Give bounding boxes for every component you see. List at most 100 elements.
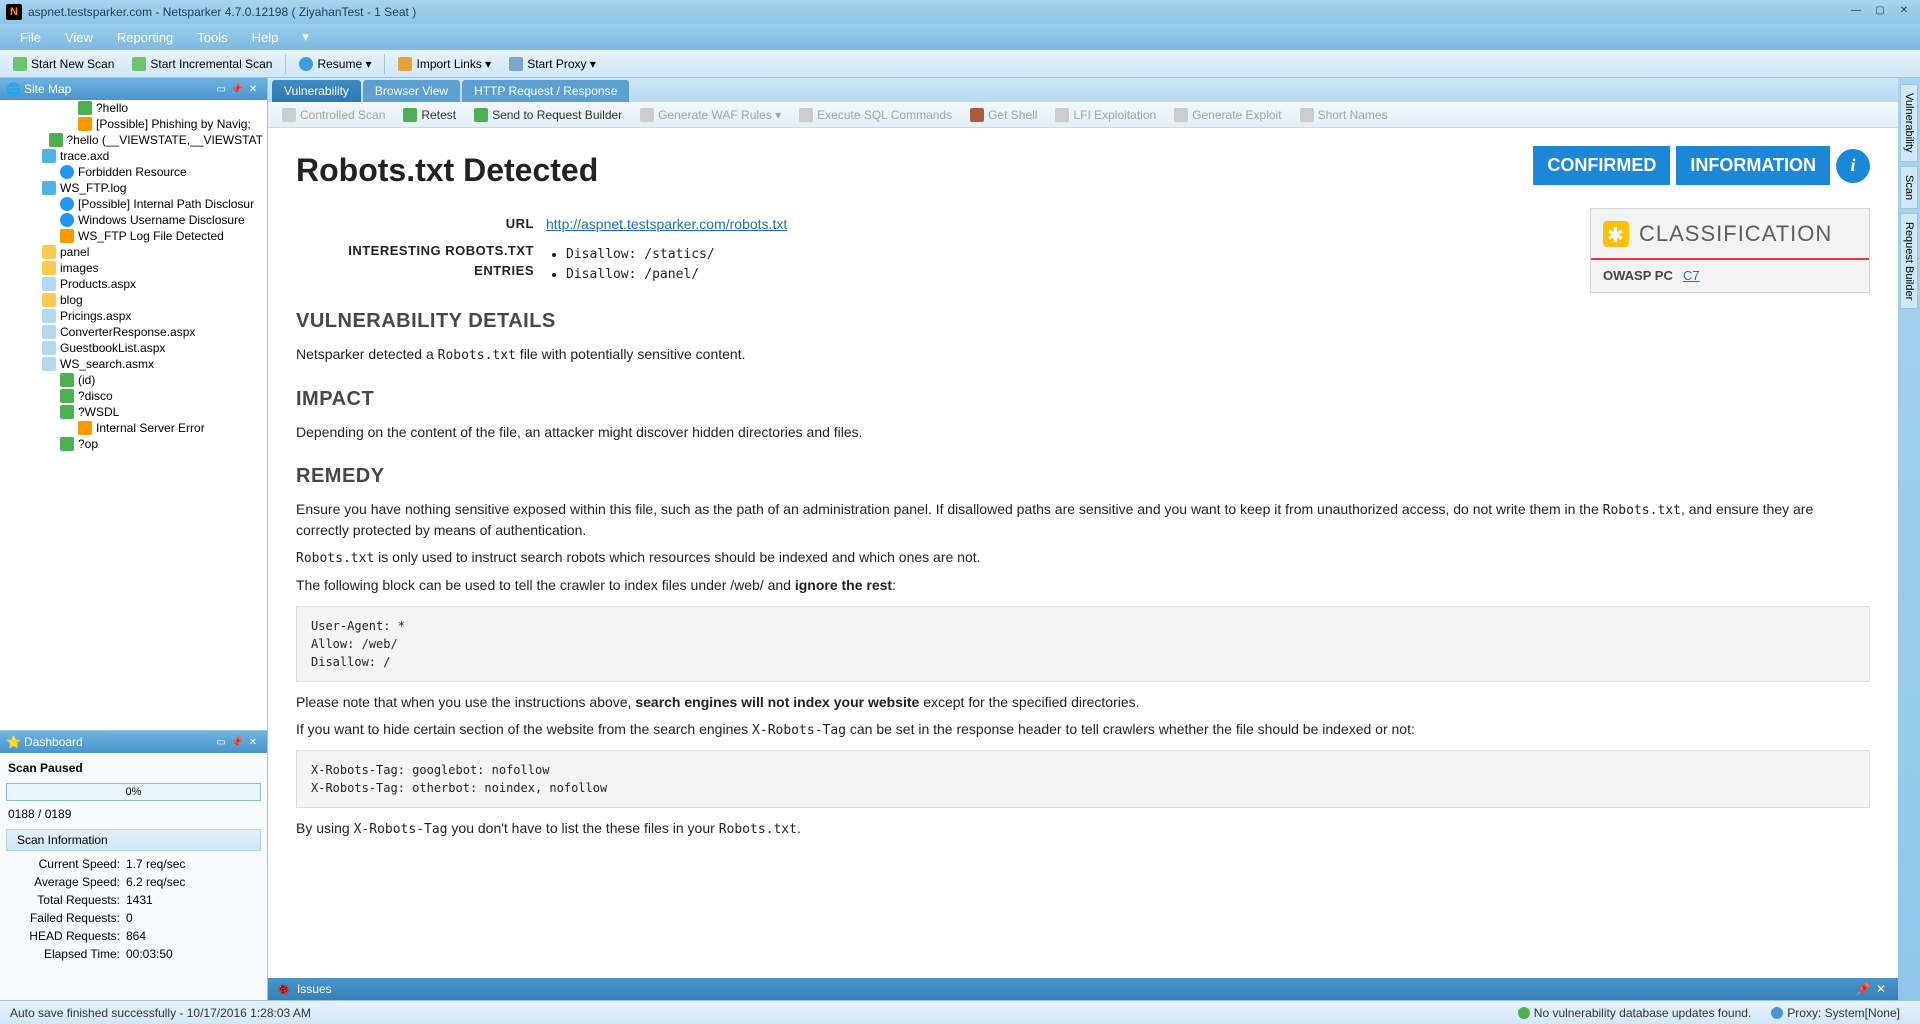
get-shell-button[interactable]: Get Shell [962, 106, 1045, 124]
tree-item[interactable]: ?hello (__VIEWSTATE,__VIEWSTAT [0, 132, 267, 148]
arrow-icon [60, 373, 74, 387]
tree-item[interactable]: ConverterResponse.aspx [0, 324, 267, 340]
tree-item-label: GuestbookList.aspx [60, 341, 165, 355]
stat-label: Failed Requests: [6, 911, 126, 925]
report-title: Robots.txt Detected [296, 146, 598, 194]
tree-item-label: [Possible] Internal Path Disclosur [78, 197, 254, 211]
stat-label: Elapsed Time: [6, 947, 126, 961]
start-new-scan-button[interactable]: Start New Scan [5, 55, 122, 73]
tree-item[interactable]: blog [0, 292, 267, 308]
issues-title: Issues [297, 982, 332, 996]
tree-item[interactable]: (id) [0, 372, 267, 388]
menu-file[interactable]: File [8, 27, 53, 48]
vulnerability-report[interactable]: Robots.txt Detected CONFIRMED INFORMATIO… [268, 128, 1898, 978]
classification-link[interactable]: C7 [1683, 268, 1700, 283]
stat-row: Failed Requests:0 [6, 909, 261, 927]
start-incremental-scan-button[interactable]: Start Incremental Scan [124, 55, 280, 73]
tree-item[interactable]: ?hello [0, 100, 267, 116]
execute-sql-button[interactable]: Execute SQL Commands [791, 106, 960, 124]
tree-item[interactable]: trace.axd [0, 148, 267, 164]
tree-item-label: Forbidden Resource [78, 165, 187, 179]
retest-button[interactable]: Retest [395, 106, 464, 124]
classification-box: CLASSIFICATION OWASP PC C7 [1590, 208, 1870, 293]
globe-icon: 🌐 [6, 82, 20, 96]
flag-icon [78, 117, 92, 131]
sitemap-tree[interactable]: ?hello[Possible] Phishing by Navig;?hell… [0, 100, 267, 730]
info-icon [60, 197, 74, 211]
panel-close-button[interactable]: ✕ [245, 84, 261, 95]
report-url-link[interactable]: http://aspnet.testsparker.com/robots.txt [546, 216, 787, 232]
right-dock: Vulnerability Scan Request Builder [1898, 78, 1920, 1000]
controlled-scan-button[interactable]: Controlled Scan [274, 106, 393, 124]
tree-item-label: panel [60, 245, 89, 259]
panel-close-button[interactable]: ✕ [245, 737, 261, 748]
tree-item-label: WS_FTP.log [60, 181, 126, 195]
tree-item-label: ?WSDL [78, 405, 119, 419]
lfi-button[interactable]: LFI Exploitation [1047, 106, 1164, 124]
start-proxy-button[interactable]: Start Proxy ▾ [501, 55, 604, 73]
tree-item[interactable]: Forbidden Resource [0, 164, 267, 180]
stat-row: Average Speed:6.2 req/sec [6, 873, 261, 891]
tree-item[interactable]: Products.aspx [0, 276, 267, 292]
panel-pin-button[interactable]: 📌 [229, 84, 245, 95]
menu-tools[interactable]: Tools [185, 27, 239, 48]
tree-item[interactable]: Pricings.aspx [0, 308, 267, 324]
minimize-button[interactable]: — [1846, 5, 1866, 19]
tree-item[interactable]: images [0, 260, 267, 276]
tree-item[interactable]: panel [0, 244, 267, 260]
tree-item[interactable]: WS_search.asmx [0, 356, 267, 372]
tree-item[interactable]: ?op [0, 436, 267, 452]
section-impact: IMPACT [296, 384, 1870, 414]
code-block-2: X-Robots-Tag: googlebot: nofollow X-Robo… [296, 750, 1870, 808]
tree-item[interactable]: WS_FTP Log File Detected [0, 228, 267, 244]
menu-overflow[interactable]: ▾ [290, 26, 321, 48]
import-icon [398, 57, 412, 71]
menu-view[interactable]: View [53, 27, 105, 48]
stat-value: 864 [126, 929, 146, 943]
robots-entry: Disallow: /panel/ [566, 265, 1570, 285]
tab-vulnerability[interactable]: Vulnerability [272, 80, 361, 102]
panel-close-button[interactable]: ✕ [1872, 982, 1890, 996]
tree-item[interactable]: GuestbookList.aspx [0, 340, 267, 356]
statusbar: Auto save finished successfully - 10/17/… [0, 1000, 1920, 1024]
issues-panel-header[interactable]: 🐞 Issues 📌 ✕ [268, 978, 1898, 1000]
tree-item[interactable]: [Possible] Internal Path Disclosur [0, 196, 267, 212]
right-tab-request-builder[interactable]: Request Builder [1900, 213, 1918, 309]
right-tab-scan[interactable]: Scan [1900, 166, 1918, 209]
tree-item[interactable]: Internal Server Error [0, 420, 267, 436]
tree-item[interactable]: Windows Username Disclosure [0, 212, 267, 228]
retest-icon [403, 108, 417, 122]
file-icon [42, 181, 56, 195]
maximize-button[interactable]: ▢ [1870, 5, 1890, 19]
menu-help[interactable]: Help [240, 27, 291, 48]
tree-item-label: (id) [78, 373, 95, 387]
scan-info-header[interactable]: Scan Information [6, 829, 261, 851]
classification-label: OWASP PC [1603, 266, 1683, 286]
generate-waf-button[interactable]: Generate WAF Rules ▾ [632, 106, 789, 124]
stat-row: HEAD Requests:864 [6, 927, 261, 945]
send-request-builder-button[interactable]: Send to Request Builder [466, 106, 630, 124]
panel-pin-button[interactable]: 📌 [1854, 982, 1872, 996]
bug-icon: 🐞 [276, 982, 291, 996]
remedy-p6: By using X-Robots-Tag you don't have to … [296, 818, 1870, 840]
tree-item[interactable]: ?disco [0, 388, 267, 404]
impact-text: Depending on the content of the file, an… [296, 422, 1870, 443]
panel-float-button[interactable]: ▭ [213, 84, 229, 95]
tree-item[interactable]: ?WSDL [0, 404, 267, 420]
close-button[interactable]: ✕ [1894, 5, 1914, 19]
panel-pin-button[interactable]: 📌 [229, 737, 245, 748]
short-names-button[interactable]: Short Names [1292, 106, 1396, 124]
resume-button[interactable]: Resume ▾ [291, 55, 379, 73]
right-tab-vulnerability[interactable]: Vulnerability [1900, 84, 1918, 162]
dashboard-title: Dashboard [24, 735, 83, 749]
arrow-icon [49, 133, 63, 147]
tab-browser-view[interactable]: Browser View [363, 80, 460, 102]
folder-icon [42, 245, 56, 259]
import-links-button[interactable]: Import Links ▾ [390, 55, 499, 73]
generate-exploit-button[interactable]: Generate Exploit [1166, 106, 1289, 124]
panel-float-button[interactable]: ▭ [213, 737, 229, 748]
tree-item[interactable]: [Possible] Phishing by Navig; [0, 116, 267, 132]
tree-item[interactable]: WS_FTP.log [0, 180, 267, 196]
tab-http-request-response[interactable]: HTTP Request / Response [462, 80, 629, 102]
menu-reporting[interactable]: Reporting [105, 27, 185, 48]
